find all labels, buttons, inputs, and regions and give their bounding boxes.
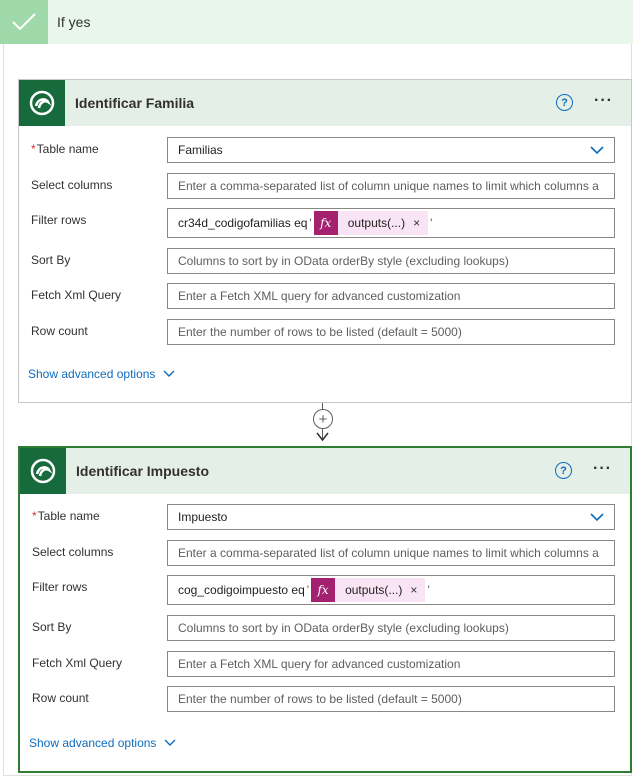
chevron-down-icon [164,739,176,746]
sort-by-label: Sort By [31,253,71,267]
fetch-xml-input[interactable]: Enter a Fetch XML query for advanced cus… [167,651,615,677]
chevron-down-icon [163,370,175,377]
fetch-xml-row: Fetch Xml Query Enter a Fetch XML query … [20,651,630,677]
arrow-down-icon [316,432,329,442]
add-step-icon[interactable]: + [313,409,333,429]
fetch-xml-label: Fetch Xml Query [31,288,122,302]
row-count-row: Row count Enter the number of rows to be… [19,319,631,345]
branch-title: If yes [57,14,91,30]
filter-rows-row: Filter rows cog_codigoimpuesto eq ' fx o… [20,575,630,605]
filter-rows-input[interactable]: cr34d_codigofamilias eq ' fx outputs(...… [167,208,615,238]
select-columns-row: Select columns Enter a comma-separated l… [19,173,631,199]
sort-by-input[interactable]: Columns to sort by in OData orderBy styl… [167,615,615,641]
fx-icon: fx [313,211,338,235]
row-count-input[interactable]: Enter the number of rows to be listed (d… [167,686,615,712]
sort-by-row: Sort By Columns to sort by in OData orde… [20,615,630,641]
sort-by-row: Sort By Columns to sort by in OData orde… [19,248,631,274]
filter-rows-input[interactable]: cog_codigoimpuesto eq ' fx outputs(...) … [167,575,615,605]
filter-rows-row: Filter rows cr34d_codigofamilias eq ' fx… [19,208,631,238]
card-title: Identificar Impuesto [76,463,210,479]
row-count-input[interactable]: Enter the number of rows to be listed (d… [167,319,615,345]
table-name-row: *Table name Impuesto [20,504,630,530]
branch-header[interactable]: If yes [0,0,633,44]
show-advanced-options-link[interactable]: Show advanced options [29,736,176,750]
row-count-label: Row count [31,324,88,338]
select-columns-row: Select columns Enter a comma-separated l… [20,540,630,566]
checkmark-icon [0,0,48,44]
required-marker: * [31,142,36,156]
fetch-xml-row: Fetch Xml Query Enter a Fetch XML query … [19,283,631,309]
more-options-icon[interactable]: ··· [593,460,612,478]
row-count-row: Row count Enter the number of rows to be… [20,686,630,712]
fetch-xml-input[interactable]: Enter a Fetch XML query for advanced cus… [167,283,615,309]
row-count-label: Row count [32,691,89,705]
fetch-xml-label: Fetch Xml Query [32,656,123,670]
select-columns-input[interactable]: Enter a comma-separated list of column u… [167,540,615,566]
table-name-label: *Table name [31,142,99,156]
action-card-identificar-impuesto: Identificar Impuesto ? ··· *Table name I… [18,446,632,773]
expression-token[interactable]: fx outputs(...) × [311,578,426,602]
card-title: Identificar Familia [75,95,195,111]
sort-by-input[interactable]: Columns to sort by in OData orderBy styl… [167,248,615,274]
sort-by-label: Sort By [32,620,72,634]
select-columns-label: Select columns [31,178,113,192]
required-marker: * [32,509,37,523]
table-name-row: *Table name Familias [19,137,631,163]
filter-rows-label: Filter rows [31,213,87,227]
card-header[interactable]: Identificar Familia ? ··· [19,80,631,126]
chevron-down-icon[interactable] [590,143,604,157]
chevron-down-icon[interactable] [590,510,604,524]
more-options-icon[interactable]: ··· [594,92,613,110]
help-icon[interactable]: ? [556,94,573,111]
select-columns-input[interactable]: Enter a comma-separated list of column u… [167,173,615,199]
dataverse-logo-icon [19,80,65,126]
table-name-dropdown[interactable]: Impuesto [167,504,615,530]
close-icon[interactable]: × [413,216,428,230]
card-header[interactable]: Identificar Impuesto ? ··· [20,448,630,494]
help-icon[interactable]: ? [555,462,572,479]
filter-rows-label: Filter rows [32,580,88,594]
action-card-identificar-familia: Identificar Familia ? ··· *Table name Fa… [18,79,632,403]
expression-token[interactable]: fx outputs(...) × [313,211,429,235]
table-name-label: *Table name [32,509,100,523]
dataverse-logo-icon [20,448,66,494]
show-advanced-options-link[interactable]: Show advanced options [28,367,175,381]
close-icon[interactable]: × [410,583,425,597]
select-columns-label: Select columns [32,545,114,559]
table-name-dropdown[interactable]: Familias [167,137,615,163]
fx-icon: fx [311,578,336,602]
